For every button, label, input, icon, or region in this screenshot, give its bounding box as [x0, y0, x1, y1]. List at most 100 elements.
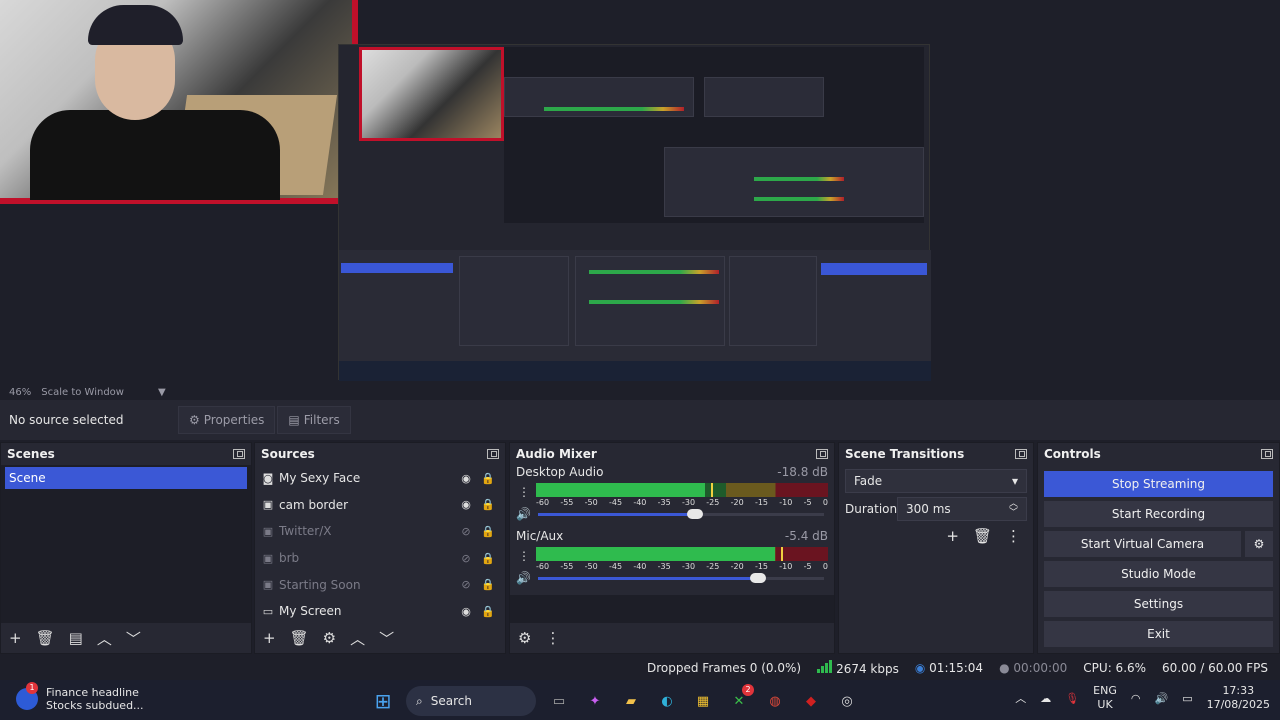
clock[interactable]: 17:33 17/08/2025 — [1207, 684, 1270, 712]
kebab-menu-icon[interactable]: ⋮ — [1006, 527, 1021, 545]
undock-icon[interactable] — [1015, 449, 1027, 459]
filters-button[interactable]: ▤ Filters — [277, 406, 351, 434]
lock-icon[interactable]: 🔒 — [477, 578, 499, 591]
lock-icon[interactable]: 🔒 — [477, 498, 499, 511]
eye-off-icon[interactable]: ⊘ — [455, 525, 477, 538]
windows-start-icon[interactable]: ⊞ — [370, 688, 396, 714]
mixer-title: Audio Mixer — [516, 447, 597, 461]
gear-icon: ⚙ — [189, 413, 200, 427]
exit-button[interactable]: Exit — [1044, 621, 1273, 647]
image-icon: ▣ — [262, 551, 274, 565]
undock-icon[interactable] — [487, 449, 499, 459]
microphone-icon[interactable]: 🎙 — [1065, 692, 1079, 705]
source-row[interactable]: ▣ Starting Soon ⊘ 🔒 — [255, 571, 505, 598]
eye-off-icon[interactable]: ⊘ — [455, 578, 477, 591]
copilot-icon[interactable]: ✦ — [582, 688, 608, 714]
source-context-bar: No source selected ⚙ Properties ▤ Filter… — [0, 400, 1280, 440]
add-icon[interactable]: + — [9, 629, 22, 647]
monitor-icon: ▭ — [262, 604, 274, 618]
source-row[interactable]: ▣ Twitter/X ⊘ 🔒 — [255, 518, 505, 545]
meter-tick-label: -30 — [681, 498, 696, 507]
filter-icon[interactable]: ▤ — [69, 629, 83, 647]
studio-mode-button[interactable]: Studio Mode — [1044, 561, 1273, 587]
kebab-menu-icon[interactable]: ⋮ — [518, 485, 530, 499]
lock-icon[interactable]: 🔒 — [477, 552, 499, 565]
source-row[interactable]: ▣ brb ⊘ 🔒 — [255, 545, 505, 572]
chevron-down-icon[interactable]: ﹀ — [126, 628, 141, 649]
lock-icon[interactable]: 🔒 — [477, 525, 499, 538]
chevron-up-icon[interactable]: ︿ — [97, 628, 112, 649]
meter-tick-label: -20 — [730, 562, 744, 571]
source-row[interactable]: ▣ cam border ◉ 🔒 — [255, 492, 505, 519]
eye-off-icon[interactable]: ⊘ — [455, 552, 477, 565]
audio-mixer-dock: Audio Mixer Desktop Audio -18.8 dB ⋮ -60… — [509, 442, 835, 654]
start-recording-button[interactable]: Start Recording — [1044, 501, 1273, 527]
lock-icon[interactable]: 🔒 — [477, 472, 499, 485]
add-icon[interactable]: + — [263, 629, 276, 647]
stop-streaming-button[interactable]: Stop Streaming — [1044, 471, 1273, 497]
store-icon[interactable]: ▦ — [690, 688, 716, 714]
start-virtual-camera-button[interactable]: Start Virtual Camera — [1044, 531, 1241, 557]
lock-icon[interactable]: 🔒 — [477, 605, 499, 618]
volume-knob[interactable] — [750, 573, 767, 583]
volume-knob[interactable] — [687, 509, 704, 519]
chevron-down-icon[interactable]: ﹀ — [379, 628, 394, 649]
speaker-icon[interactable]: 🔊 — [516, 571, 531, 585]
signal-bars-icon — [817, 660, 833, 673]
chevron-down-icon: ▾ — [1011, 474, 1018, 488]
gear-icon[interactable]: ⚙ — [1245, 531, 1273, 557]
volume-slider[interactable] — [538, 573, 824, 583]
gear-icon[interactable]: ⚙ — [323, 629, 336, 647]
chevron-up-icon[interactable]: ︿ — [350, 628, 365, 649]
speaker-icon[interactable]: 🔊 — [516, 507, 531, 521]
undock-icon[interactable] — [816, 449, 828, 459]
news-widget[interactable]: 1 Finance headline Stocks subdued... — [16, 682, 144, 712]
kebab-menu-icon[interactable]: ⋮ — [518, 549, 530, 563]
preview-canvas[interactable] — [0, 0, 1280, 384]
xbox-icon[interactable]: ✕ 2 — [726, 684, 754, 714]
add-icon[interactable]: + — [946, 527, 959, 545]
trash-icon[interactable]: 🗑 — [290, 629, 309, 647]
volume-slider[interactable] — [538, 509, 824, 519]
task-view-icon[interactable]: ▭ — [546, 688, 572, 714]
meter-tick-label: -10 — [779, 562, 793, 571]
image-icon: ▣ — [262, 524, 274, 538]
wifi-icon[interactable]: ◠ — [1131, 692, 1141, 705]
kebab-menu-icon[interactable]: ⋮ — [545, 629, 560, 647]
eye-icon[interactable]: ◉ — [455, 472, 477, 485]
meter-tick-label: -10 — [779, 498, 793, 507]
chevron-up-icon[interactable]: ︿ — [1015, 690, 1026, 706]
file-explorer-icon[interactable]: ▰ — [618, 688, 644, 714]
properties-button[interactable]: ⚙ Properties — [178, 406, 276, 434]
eye-icon[interactable]: ◉ — [455, 498, 477, 511]
undock-icon[interactable] — [233, 449, 245, 459]
scene-transitions-dock: Scene Transitions Fade ▾ Duration 300 ms… — [838, 442, 1034, 654]
language-indicator[interactable]: ENG UK — [1093, 684, 1117, 712]
stepper-icon[interactable]: ︿ ﹀ — [1009, 500, 1018, 518]
undock-icon[interactable] — [1261, 449, 1273, 459]
scale-to-window-select[interactable]: Scale to Window — [41, 387, 124, 398]
game-app-icon[interactable]: ◆ — [798, 688, 824, 714]
scene-item[interactable]: Scene — [5, 467, 247, 489]
meter-tick-label: -55 — [560, 562, 574, 571]
obs-icon[interactable]: ◎ — [834, 688, 860, 714]
taskbar-search[interactable]: ⌕ Search — [406, 686, 536, 716]
volume-icon[interactable]: 🔊 — [1154, 692, 1168, 705]
settings-button[interactable]: Settings — [1044, 591, 1273, 617]
chevron-down-icon[interactable]: ▼ — [158, 387, 166, 398]
trash-icon[interactable]: 🗑 — [36, 629, 55, 647]
advanced-audio-gear-icon[interactable]: ⚙ — [518, 629, 531, 647]
eye-icon[interactable]: ◉ — [455, 605, 477, 618]
channel-name: Desktop Audio — [516, 465, 604, 479]
source-row[interactable]: ◙ My Sexy Face ◉ 🔒 — [255, 465, 505, 492]
cloud-icon[interactable]: ☁ — [1040, 692, 1051, 705]
edge-icon[interactable]: ◐ — [654, 688, 680, 714]
image-icon: ▣ — [262, 578, 274, 592]
controls-dock: Controls Stop Streaming Start Recording … — [1037, 442, 1280, 654]
source-row[interactable]: ▭ My Screen ◉ 🔒 — [255, 598, 505, 625]
chrome-icon[interactable]: ◍ — [762, 688, 788, 714]
transition-select[interactable]: Fade ▾ — [845, 469, 1027, 493]
duration-spinbox[interactable]: 300 ms ︿ ﹀ — [897, 497, 1027, 521]
trash-icon[interactable]: 🗑 — [973, 527, 992, 545]
battery-icon[interactable]: ▭ — [1182, 692, 1192, 705]
